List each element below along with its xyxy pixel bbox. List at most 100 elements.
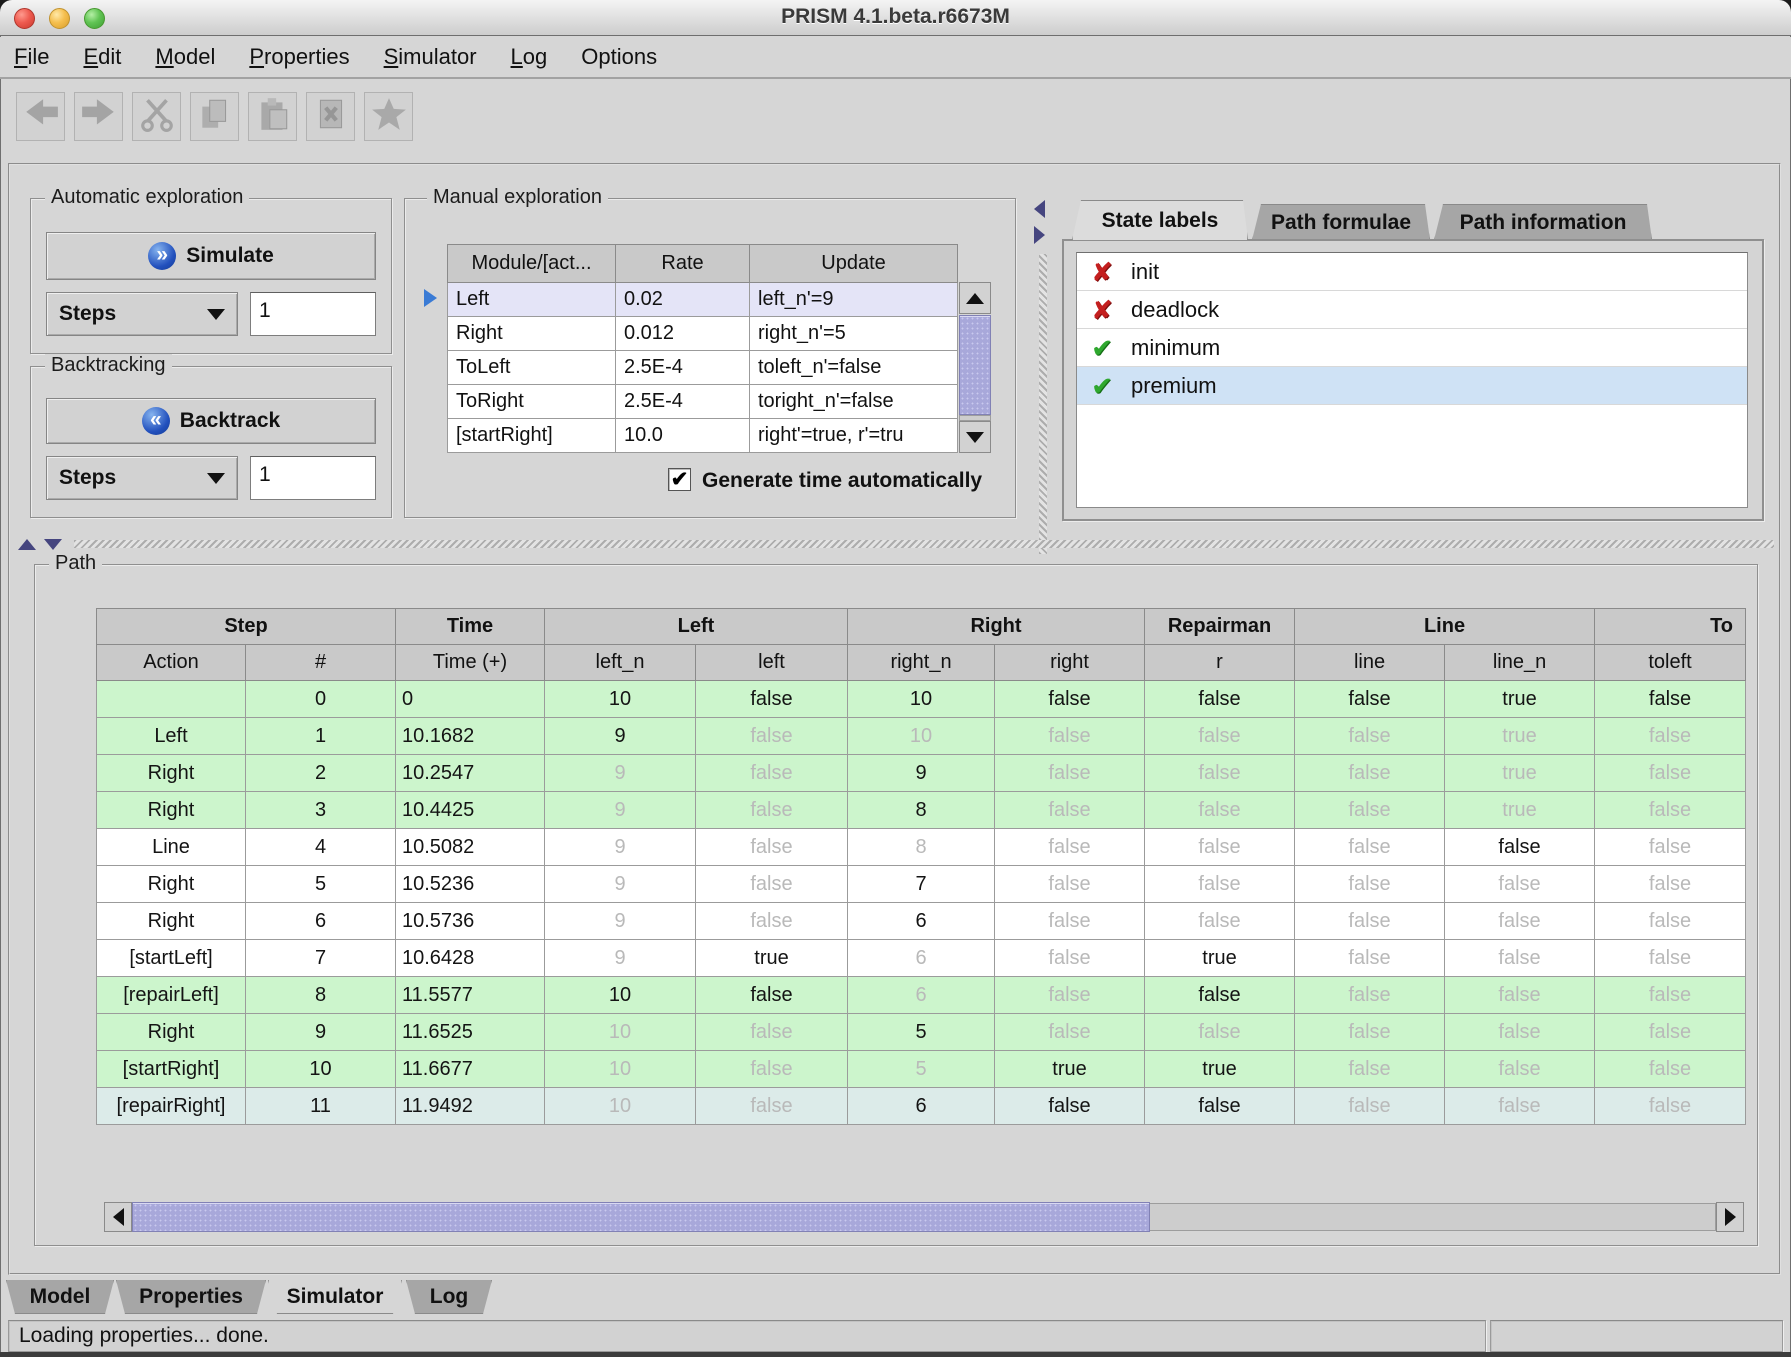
manual-exploration-table[interactable]: Module/[act... Rate Update Left0.02left_…: [447, 244, 958, 453]
path-cell[interactable]: false: [696, 1014, 848, 1051]
state-label-item[interactable]: ✘deadlock: [1077, 291, 1747, 329]
path-cell[interactable]: false: [696, 792, 848, 829]
menu-properties[interactable]: Properties: [249, 44, 349, 70]
path-cell[interactable]: false: [1295, 866, 1445, 903]
path-cell[interactable]: false: [1295, 940, 1445, 977]
path-column-header[interactable]: left: [696, 645, 848, 681]
path-cell[interactable]: Right: [97, 755, 246, 792]
path-cell[interactable]: false: [995, 1088, 1145, 1125]
path-column-header[interactable]: Action: [97, 645, 246, 681]
path-cell[interactable]: false: [1145, 792, 1295, 829]
path-cell[interactable]: false: [1145, 977, 1295, 1014]
tab-state-labels[interactable]: State labels: [1072, 200, 1248, 240]
path-step-row[interactable]: 0010false10falsefalsefalsetruefalse: [97, 681, 1746, 718]
path-cell[interactable]: false: [696, 1051, 848, 1088]
path-step-row[interactable]: [repairLeft]811.557710false6falsefalsefa…: [97, 977, 1746, 1014]
path-cell[interactable]: 9: [545, 940, 696, 977]
tab-properties[interactable]: Properties: [116, 1280, 266, 1314]
path-cell[interactable]: Left: [97, 718, 246, 755]
collapse-down-icon[interactable]: [44, 539, 62, 550]
path-cell[interactable]: false: [1295, 681, 1445, 718]
path-column-header[interactable]: r: [1145, 645, 1295, 681]
manual-cell-rate[interactable]: 0.012: [616, 317, 750, 351]
path-cell[interactable]: 8: [246, 977, 396, 1014]
path-step-row[interactable]: Line410.50829false8falsefalsefalsefalsef…: [97, 829, 1746, 866]
path-cell[interactable]: false: [1145, 718, 1295, 755]
path-cell[interactable]: false: [1295, 1088, 1445, 1125]
path-cell[interactable]: false: [995, 903, 1145, 940]
manual-transition-row[interactable]: Right0.012right_n'=5: [448, 317, 958, 351]
path-cell[interactable]: false: [995, 1014, 1145, 1051]
path-cell[interactable]: 2: [246, 755, 396, 792]
path-cell[interactable]: false: [1145, 829, 1295, 866]
path-cell[interactable]: false: [696, 755, 848, 792]
manual-transition-row[interactable]: [startRight]10.0right'=true, r'=tru: [448, 419, 958, 453]
manual-cell-rate[interactable]: 2.5E-4: [616, 385, 750, 419]
path-cell[interactable]: 11.9492: [396, 1088, 545, 1125]
manual-transition-row[interactable]: Left0.02left_n'=9: [448, 283, 958, 317]
path-cell[interactable]: false: [1295, 1051, 1445, 1088]
path-cell[interactable]: 6: [848, 903, 995, 940]
path-cell[interactable]: 11.5577: [396, 977, 545, 1014]
path-cell[interactable]: false: [696, 718, 848, 755]
manual-cell-update[interactable]: right'=true, r'=tru: [750, 419, 958, 453]
path-step-row[interactable]: Right610.57369false6falsefalsefalsefalse…: [97, 903, 1746, 940]
path-cell[interactable]: 4: [246, 829, 396, 866]
path-cell[interactable]: false: [1145, 681, 1295, 718]
path-cell[interactable]: true: [1145, 940, 1295, 977]
path-cell[interactable]: 10.5082: [396, 829, 545, 866]
path-cell[interactable]: false: [1595, 940, 1746, 977]
path-table[interactable]: StepTimeLeftRightRepairmanLineToAction#T…: [96, 608, 1746, 1125]
manual-scroll-down-button[interactable]: [959, 421, 991, 453]
path-step-row[interactable]: Right911.652510false5falsefalsefalsefals…: [97, 1014, 1746, 1051]
path-cell[interactable]: 10: [545, 977, 696, 1014]
path-cell[interactable]: false: [696, 866, 848, 903]
path-cell[interactable]: false: [1445, 1088, 1595, 1125]
path-cell[interactable]: false: [995, 829, 1145, 866]
cut-button[interactable]: [132, 92, 181, 141]
path-step-row[interactable]: Left110.16829false10falsefalsefalsetruef…: [97, 718, 1746, 755]
path-cell[interactable]: false: [1595, 903, 1746, 940]
tab-path-information[interactable]: Path information: [1434, 204, 1652, 240]
manual-cell-module[interactable]: Right: [448, 317, 616, 351]
path-step-row[interactable]: [repairRight]1111.949210false6falsefalse…: [97, 1088, 1746, 1125]
path-cell[interactable]: false: [1595, 977, 1746, 1014]
path-cell[interactable]: 10: [545, 1014, 696, 1051]
path-cell[interactable]: false: [1595, 829, 1746, 866]
collapse-left-icon[interactable]: [1034, 200, 1045, 218]
path-cell[interactable]: 10.1682: [396, 718, 545, 755]
redo-button[interactable]: [74, 92, 123, 141]
path-cell[interactable]: false: [1295, 718, 1445, 755]
path-cell[interactable]: false: [1145, 755, 1295, 792]
manual-cell-update[interactable]: toleft_n'=false: [750, 351, 958, 385]
manual-transition-row[interactable]: ToLeft2.5E-4toleft_n'=false: [448, 351, 958, 385]
path-cell[interactable]: false: [1595, 1051, 1746, 1088]
path-cell[interactable]: 9: [545, 866, 696, 903]
tab-log[interactable]: Log: [406, 1280, 492, 1314]
path-cell[interactable]: Right: [97, 1014, 246, 1051]
path-step-row[interactable]: Right510.52369false7falsefalsefalsefalse…: [97, 866, 1746, 903]
path-cell[interactable]: [repairRight]: [97, 1088, 246, 1125]
path-cell[interactable]: 1: [246, 718, 396, 755]
generate-time-checkbox[interactable]: ✔: [668, 468, 691, 491]
paste-button[interactable]: [248, 92, 297, 141]
path-cell[interactable]: false: [1595, 866, 1746, 903]
delete-button[interactable]: [306, 92, 355, 141]
path-cell[interactable]: 9: [545, 829, 696, 866]
path-cell[interactable]: false: [696, 681, 848, 718]
path-cell[interactable]: 9: [545, 903, 696, 940]
path-cell[interactable]: 10.4425: [396, 792, 545, 829]
path-scrollbar-thumb[interactable]: [132, 1202, 1150, 1232]
manual-cell-module[interactable]: ToRight: [448, 385, 616, 419]
manual-cell-update[interactable]: toright_n'=false: [750, 385, 958, 419]
path-scroll-right-button[interactable]: [1716, 1202, 1744, 1232]
path-cell[interactable]: 5: [848, 1051, 995, 1088]
manual-scrollbar-thumb[interactable]: [959, 315, 991, 415]
path-cell[interactable]: true: [1445, 718, 1595, 755]
path-cell[interactable]: false: [1595, 792, 1746, 829]
state-label-item[interactable]: ✔minimum: [1077, 329, 1747, 367]
manual-col-update[interactable]: Update: [750, 245, 958, 283]
path-column-header[interactable]: left_n: [545, 645, 696, 681]
manual-cell-update[interactable]: right_n'=5: [750, 317, 958, 351]
path-cell[interactable]: false: [1595, 1014, 1746, 1051]
